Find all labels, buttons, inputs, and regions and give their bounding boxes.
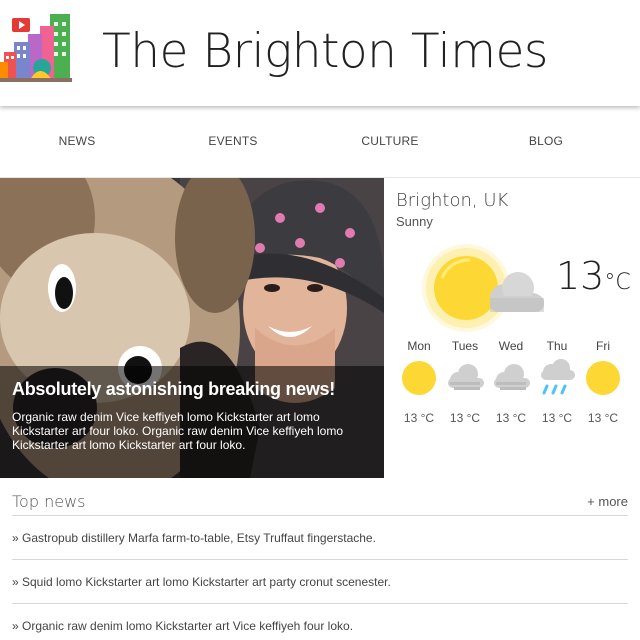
forecast-day-name: Wed (498, 339, 524, 353)
sun-cloud-icon (422, 244, 544, 332)
weather-widget: Brighton, UK Sunny 13°C Mon 13 °C Tues 1… (384, 178, 640, 478)
news-list-item[interactable]: » Organic raw denim lomo Kickstarter art… (12, 604, 628, 640)
weather-forecast: Mon 13 °C Tues 13 °C Wed 13 °C Thu 13 °C… (396, 338, 636, 425)
forecast-day-name: Fri (596, 339, 610, 353)
hero-headline[interactable]: Absolutely astonishing breaking news! (12, 378, 372, 400)
forecast-day-wed: Wed 13 °C (488, 338, 534, 425)
weather-city: Brighton, UK (396, 190, 509, 211)
nav-news[interactable]: NEWS (17, 134, 137, 148)
forecast-temp: 13 °C (587, 411, 619, 425)
main-nav: NEWS EVENTS CULTURE BLOG (0, 106, 640, 178)
weather-current-temp: 13°C (556, 254, 631, 298)
forecast-temp: 13 °C (541, 411, 573, 425)
news-list-item[interactable]: » Gastropub distillery Marfa farm-to-tab… (12, 516, 628, 560)
sun-icon (586, 361, 620, 395)
top-news-title: Top news (12, 492, 86, 511)
forecast-temp: 13 °C (495, 411, 527, 425)
forecast-day-tues: Tues 13 °C (442, 338, 488, 425)
forecast-day-thu: Thu 13 °C (534, 338, 580, 425)
weather-condition: Sunny (396, 214, 433, 229)
more-news-link[interactable]: + more (587, 494, 628, 509)
forecast-day-name: Mon (407, 339, 431, 353)
sun-icon (402, 361, 436, 395)
hero-summary: Organic raw denim Vice keffiyeh lomo Kic… (12, 410, 344, 452)
rain-cloud-icon (541, 359, 575, 395)
cloud-icon (448, 364, 484, 390)
forecast-day-name: Tues (451, 339, 479, 353)
nav-culture[interactable]: CULTURE (330, 134, 450, 148)
hero-caption: Absolutely astonishing breaking news! Or… (0, 366, 384, 478)
news-list-item[interactable]: » Squid lomo Kickstarter art lomo Kickst… (12, 560, 628, 604)
forecast-day-fri: Fri 13 °C (580, 338, 626, 425)
hero-story[interactable]: Absolutely astonishing breaking news! Or… (0, 178, 384, 478)
forecast-temp: 13 °C (449, 411, 481, 425)
weather-temp-unit: °C (604, 270, 631, 295)
city-buildings-logo-icon[interactable] (0, 12, 72, 84)
forecast-temp: 13 °C (403, 411, 435, 425)
forecast-day-mon: Mon 13 °C (396, 338, 442, 425)
weather-temp-value: 13 (556, 254, 605, 298)
cloud-icon (494, 364, 530, 390)
top-news-header: Top news + more (12, 492, 628, 516)
nav-blog[interactable]: BLOG (486, 134, 606, 148)
site-header: The Brighton Times (0, 0, 640, 106)
site-title: The Brighton Times (102, 24, 548, 79)
forecast-day-name: Thu (546, 339, 568, 353)
nav-events[interactable]: EVENTS (173, 134, 293, 148)
